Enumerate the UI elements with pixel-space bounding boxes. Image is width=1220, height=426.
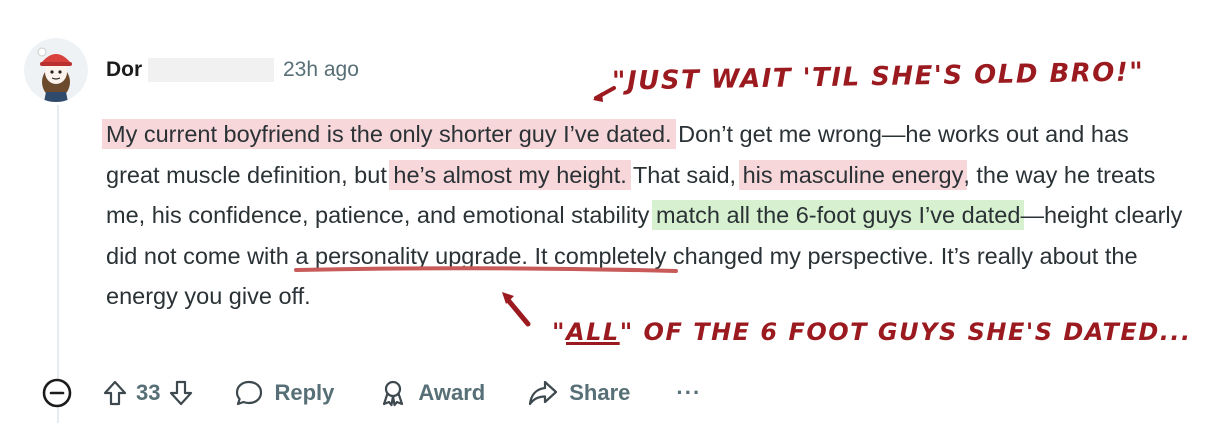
more-options-icon: ··· bbox=[676, 380, 702, 405]
annotation-bottom-arrow bbox=[502, 292, 531, 327]
highlight-match-6-foot: match all the 6-foot guys I’ve dated bbox=[651, 200, 1025, 230]
author-name[interactable]: Dor bbox=[106, 58, 142, 82]
award-button[interactable]: Award bbox=[378, 378, 485, 408]
vote-group: 33 bbox=[102, 379, 194, 407]
share-label: Share bbox=[569, 380, 631, 405]
more-options-button[interactable]: ··· bbox=[676, 380, 701, 406]
annotation-bottom-emphasis: ALL bbox=[566, 318, 620, 346]
collapse-minus-icon bbox=[42, 378, 72, 408]
highlight-height: he’s almost my height. bbox=[389, 159, 631, 190]
annotation-top-text: "JUST WAIT 'TIL SHE'S OLD BRO!" bbox=[611, 57, 1145, 97]
award-ribbon-icon bbox=[383, 380, 404, 407]
comment-body: My current boyfriend is the only shorter… bbox=[102, 114, 1186, 317]
highlight-masculine-energy: his masculine energy bbox=[738, 159, 968, 190]
annotation-top: "JUST WAIT 'TIL SHE'S OLD BRO!" bbox=[612, 57, 1145, 96]
redacted-username-block bbox=[148, 58, 274, 82]
body-segment: That said, bbox=[626, 161, 743, 188]
avatar-image bbox=[24, 38, 88, 102]
share-button[interactable]: Share bbox=[527, 378, 630, 408]
vote-count: 33 bbox=[136, 380, 161, 405]
underlined-6-foot-phrase: all the 6-foot guys I’ve dated bbox=[726, 202, 1021, 228]
reply-label: Reply bbox=[274, 380, 335, 405]
downvote-arrow-icon[interactable] bbox=[168, 379, 194, 407]
reply-button[interactable]: Reply bbox=[234, 378, 334, 408]
award-label: Award bbox=[418, 380, 486, 405]
annotation-bottom: "ALL" OF THE 6 FOOT GUYS SHE'S DATED... bbox=[552, 318, 1192, 346]
speech-bubble-icon bbox=[236, 380, 263, 406]
share-arrow-icon bbox=[529, 380, 558, 406]
highlight-shorter-guy: My current boyfriend is the only shorter… bbox=[102, 119, 676, 149]
comment-timestamp[interactable]: 23h ago bbox=[283, 58, 359, 82]
annotation-top-arrow bbox=[593, 86, 616, 102]
avatar[interactable] bbox=[24, 38, 88, 102]
annotation-bottom-quote: " bbox=[552, 318, 567, 346]
upvote-arrow-icon[interactable] bbox=[102, 379, 128, 407]
comment-action-bar: 33 Reply Award Share ··· bbox=[40, 372, 701, 414]
body-segment: match bbox=[655, 202, 727, 228]
annotation-bottom-text: " OF THE 6 FOOT GUYS SHE'S DATED... bbox=[619, 318, 1192, 346]
hand-drawn-underline bbox=[294, 266, 678, 273]
collapse-button[interactable] bbox=[40, 376, 74, 410]
